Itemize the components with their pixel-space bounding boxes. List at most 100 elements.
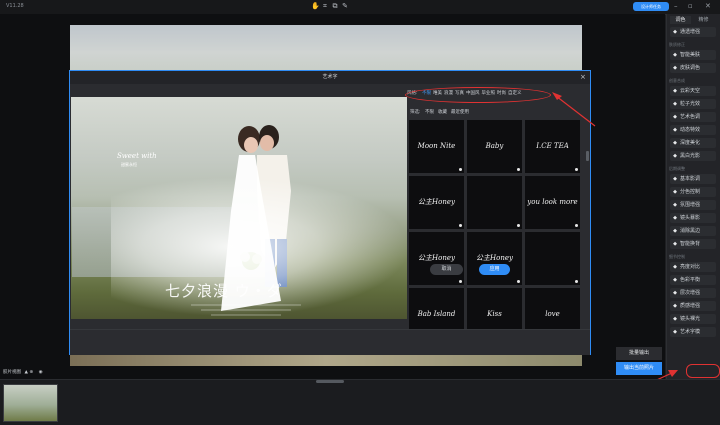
panel-button[interactable]: ◆ 消除黑边 [670, 226, 716, 236]
tile-text: you look more today [527, 198, 578, 259]
panel-button[interactable]: ◆ 基本影调 [670, 174, 716, 184]
balance-icon: ◆ [673, 277, 677, 283]
tab-retouch[interactable]: 精修 [693, 16, 714, 24]
close-icon[interactable]: × [580, 73, 586, 81]
tile-select-dot[interactable] [575, 168, 578, 171]
panel-button-label: 艺术字模 [680, 329, 701, 335]
grid-scrollbar[interactable] [586, 151, 589, 161]
panel-button[interactable]: ◆ 质感增强 [670, 301, 716, 311]
panel-button[interactable]: ◆ 动态特效 [670, 125, 716, 135]
panel-button[interactable]: ◆ 智能美肤 [670, 50, 716, 60]
art-text-tile[interactable]: Moon Nite [409, 120, 464, 173]
filter-option[interactable]: 最近使用 [451, 110, 469, 115]
panel-button-label: 深度美化 [680, 140, 701, 146]
panel-section-label: 创意合成 [669, 78, 685, 83]
contrast-icon: ◆ [673, 264, 677, 270]
filter-option[interactable]: 不限 [425, 110, 434, 115]
panel-button[interactable]: ◆ 智能换背 [670, 239, 716, 249]
art-text-tile[interactable]: 公主Honey [409, 232, 464, 285]
tile-text: Baby [485, 142, 504, 150]
designer-task-button[interactable]: 设计师任务 [633, 2, 669, 11]
cancel-button[interactable]: 取消 [430, 264, 463, 275]
panel-button[interactable]: ◆ 镜头裸光 [670, 314, 716, 324]
resize-handle[interactable] [316, 380, 344, 383]
watermark-title[interactable]: 七夕浪漫 ウ・ダ [165, 280, 283, 301]
panel-button[interactable]: ◆ 艺术色调 [670, 112, 716, 122]
panel-section-label: 肤质修正 [669, 42, 685, 47]
art-text-tile[interactable] [467, 176, 522, 229]
export-current-button[interactable]: 输出当前照片 [616, 362, 662, 375]
filmstrip-bar [0, 379, 720, 425]
tile-text: 公主Honey [418, 254, 455, 262]
panel-button-label: 亮度对比 [680, 264, 701, 270]
apply-button[interactable]: 应用 [479, 264, 510, 275]
ai-icon: ◆ [673, 241, 677, 247]
particle-icon: ◆ [673, 101, 677, 107]
chevron-up-icon[interactable]: ▲ [24, 370, 27, 375]
tile-text: love [545, 310, 560, 318]
batch-export-button[interactable]: 批量输出 [616, 347, 662, 360]
panel-button[interactable]: ◆ 亮度对比 [670, 262, 716, 272]
copy-icon[interactable]: ⧉ [331, 2, 339, 10]
art-text-tile[interactable]: Baby [467, 120, 522, 173]
tile-select-dot[interactable] [517, 280, 520, 283]
art-text-tile[interactable]: love [525, 288, 580, 330]
panel-button[interactable]: ◆ 层次增强 [670, 288, 716, 298]
art-text-tile[interactable]: Bab Island [409, 288, 464, 330]
split-icon: ◆ [673, 189, 677, 195]
filmstrip-thumbnail[interactable] [3, 384, 58, 422]
panel-button[interactable]: ◆ 粒子光效 [670, 99, 716, 109]
panel-button[interactable]: ◆ 通透增强 [670, 27, 716, 37]
art-text-tile[interactable]: 公主Honey [467, 232, 522, 285]
tile-select-dot[interactable] [575, 224, 578, 227]
star-icon: ◆ [673, 29, 677, 35]
zoom-icon[interactable]: ⊕ [29, 370, 33, 375]
panel-button[interactable]: ◆ 深度美化 [670, 138, 716, 148]
tile-select-dot[interactable] [459, 168, 462, 171]
tab-color[interactable]: 调色 [670, 16, 691, 24]
preview-photo: Sweet with 甜蜜永恒 七夕浪漫 ウ・ダ [71, 97, 411, 319]
filter-row: 筛选: 不限 收藏 最近使用 [410, 109, 473, 115]
art-text-tile[interactable] [525, 232, 580, 285]
panel-button[interactable]: ◆ 氛围增强 [670, 200, 716, 210]
panel-section-label: 后期调整 [669, 166, 685, 171]
panel-button[interactable]: ◆ 艺术字模 [670, 327, 716, 337]
panel-button-label: 动态特效 [680, 127, 701, 133]
panel-button[interactable]: ◆ 镜头暴影 [670, 213, 716, 223]
tile-select-dot[interactable] [459, 224, 462, 227]
wave-icon: ◆ [673, 127, 677, 133]
art-text-tile[interactable]: Kiss [467, 288, 522, 330]
close-icon[interactable]: ✕ [705, 2, 711, 10]
scissors-icon: ◆ [673, 228, 677, 234]
panel-button[interactable]: ◆ 云彩天空 [670, 86, 716, 96]
annotation-arrow-top [552, 92, 596, 127]
pen-icon[interactable]: ✎ [341, 2, 349, 10]
panel-button[interactable]: ◆ 皮肤调色 [670, 63, 716, 73]
bw-icon: ◆ [673, 153, 677, 159]
tile-select-dot[interactable] [459, 280, 462, 283]
circle-icon: ◆ [673, 65, 677, 71]
layers-icon: ◆ [673, 290, 677, 296]
minimize-icon[interactable]: – [674, 2, 678, 10]
sparkle-icon: ◆ [673, 52, 677, 58]
panel-button[interactable]: ◆ 黑白光影 [670, 151, 716, 161]
panel-button[interactable]: ◆ 分色控制 [670, 187, 716, 197]
tile-select-dot[interactable] [517, 168, 520, 171]
crop-icon[interactable]: ⌗ [321, 2, 329, 10]
panel-button[interactable]: ◆ 色彩平衡 [670, 275, 716, 285]
panel-button-label: 镜头暴影 [680, 215, 701, 221]
tile-select-dot[interactable] [575, 280, 578, 283]
eye-icon[interactable]: ◉ [39, 370, 43, 375]
panel-button-label: 皮肤调色 [680, 65, 701, 71]
maximize-icon[interactable]: ▫ [688, 2, 693, 10]
tile-text: 公主Honey [476, 254, 513, 262]
filter-option[interactable]: 收藏 [438, 110, 447, 115]
art-text-tile[interactable]: you look more today [525, 176, 580, 259]
tile-text: Bab Island [417, 310, 456, 318]
art-text-tile[interactable]: 公主Honey [409, 176, 464, 229]
panel-button-label: 层次增强 [680, 290, 701, 296]
hand-icon[interactable]: ✋ [311, 2, 320, 10]
tile-select-dot[interactable] [517, 224, 520, 227]
highlight-circle [686, 364, 720, 378]
dialog-footer [70, 329, 590, 355]
